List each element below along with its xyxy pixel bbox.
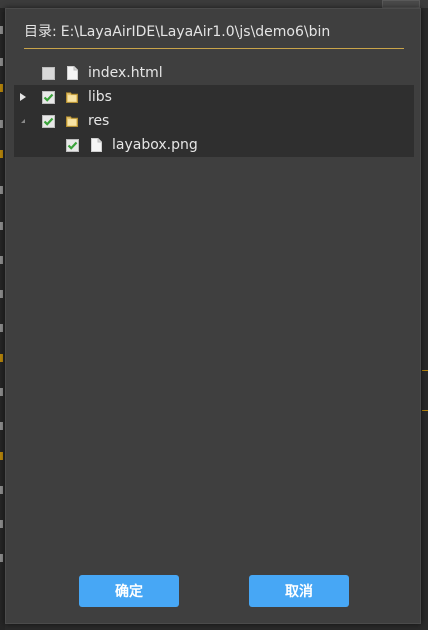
publish-dialog: 目录: E:\LayaAirIDE\LayaAir1.0\js\demo6\bin…	[5, 8, 421, 624]
folder-open-icon	[66, 114, 78, 128]
tree-row-res[interactable]: res	[14, 109, 414, 133]
background-tick	[0, 486, 3, 494]
tree-row-index-html[interactable]: index.html	[14, 61, 414, 85]
background-tick	[0, 324, 3, 332]
checkbox-unchecked[interactable]	[42, 66, 55, 80]
background-tick	[0, 422, 3, 430]
expand-arrow-icon[interactable]	[18, 85, 28, 109]
background-marker	[422, 370, 428, 371]
checkbox-checked[interactable]	[42, 90, 55, 104]
background-marker	[422, 410, 428, 411]
tree-item-label: layabox.png	[112, 137, 198, 153]
background-tick	[0, 84, 3, 92]
file-icon	[66, 66, 78, 80]
background-tick	[0, 222, 3, 230]
file-tree: index.html libs res layabox.png	[14, 61, 414, 157]
file-icon	[90, 138, 102, 152]
directory-label: 目录: E:\LayaAirIDE\LayaAir1.0\js\demo6\bin	[24, 21, 330, 41]
background-tick	[0, 388, 3, 396]
background-tick	[0, 150, 3, 158]
background-tick	[0, 554, 3, 562]
checkbox-checked[interactable]	[42, 114, 55, 128]
background-tick	[0, 186, 3, 194]
tree-item-label: libs	[88, 89, 112, 105]
background-tick	[0, 58, 3, 66]
background-tick	[0, 26, 3, 34]
background-browse-button	[382, 0, 420, 8]
header-divider	[24, 48, 404, 49]
background-tick	[0, 120, 3, 128]
directory-prefix: 目录:	[24, 24, 57, 40]
checkbox-checked[interactable]	[66, 138, 79, 152]
directory-path: E:\LayaAirIDE\LayaAir1.0\js\demo6\bin	[60, 24, 331, 40]
background-tick	[0, 520, 3, 528]
confirm-button[interactable]: 确定	[79, 575, 179, 607]
tree-row-layabox-png[interactable]: layabox.png	[14, 133, 414, 157]
background-header	[0, 0, 428, 8]
background-tick	[0, 452, 3, 460]
tree-item-label: res	[88, 113, 110, 129]
folder-icon	[66, 90, 78, 104]
cancel-button[interactable]: 取消	[249, 575, 349, 607]
background-tick	[0, 256, 3, 264]
tree-item-label: index.html	[88, 65, 163, 81]
collapse-arrow-icon[interactable]	[18, 109, 28, 133]
background-tick	[0, 354, 3, 362]
background-tick	[0, 290, 3, 298]
tree-row-libs[interactable]: libs	[14, 85, 414, 109]
